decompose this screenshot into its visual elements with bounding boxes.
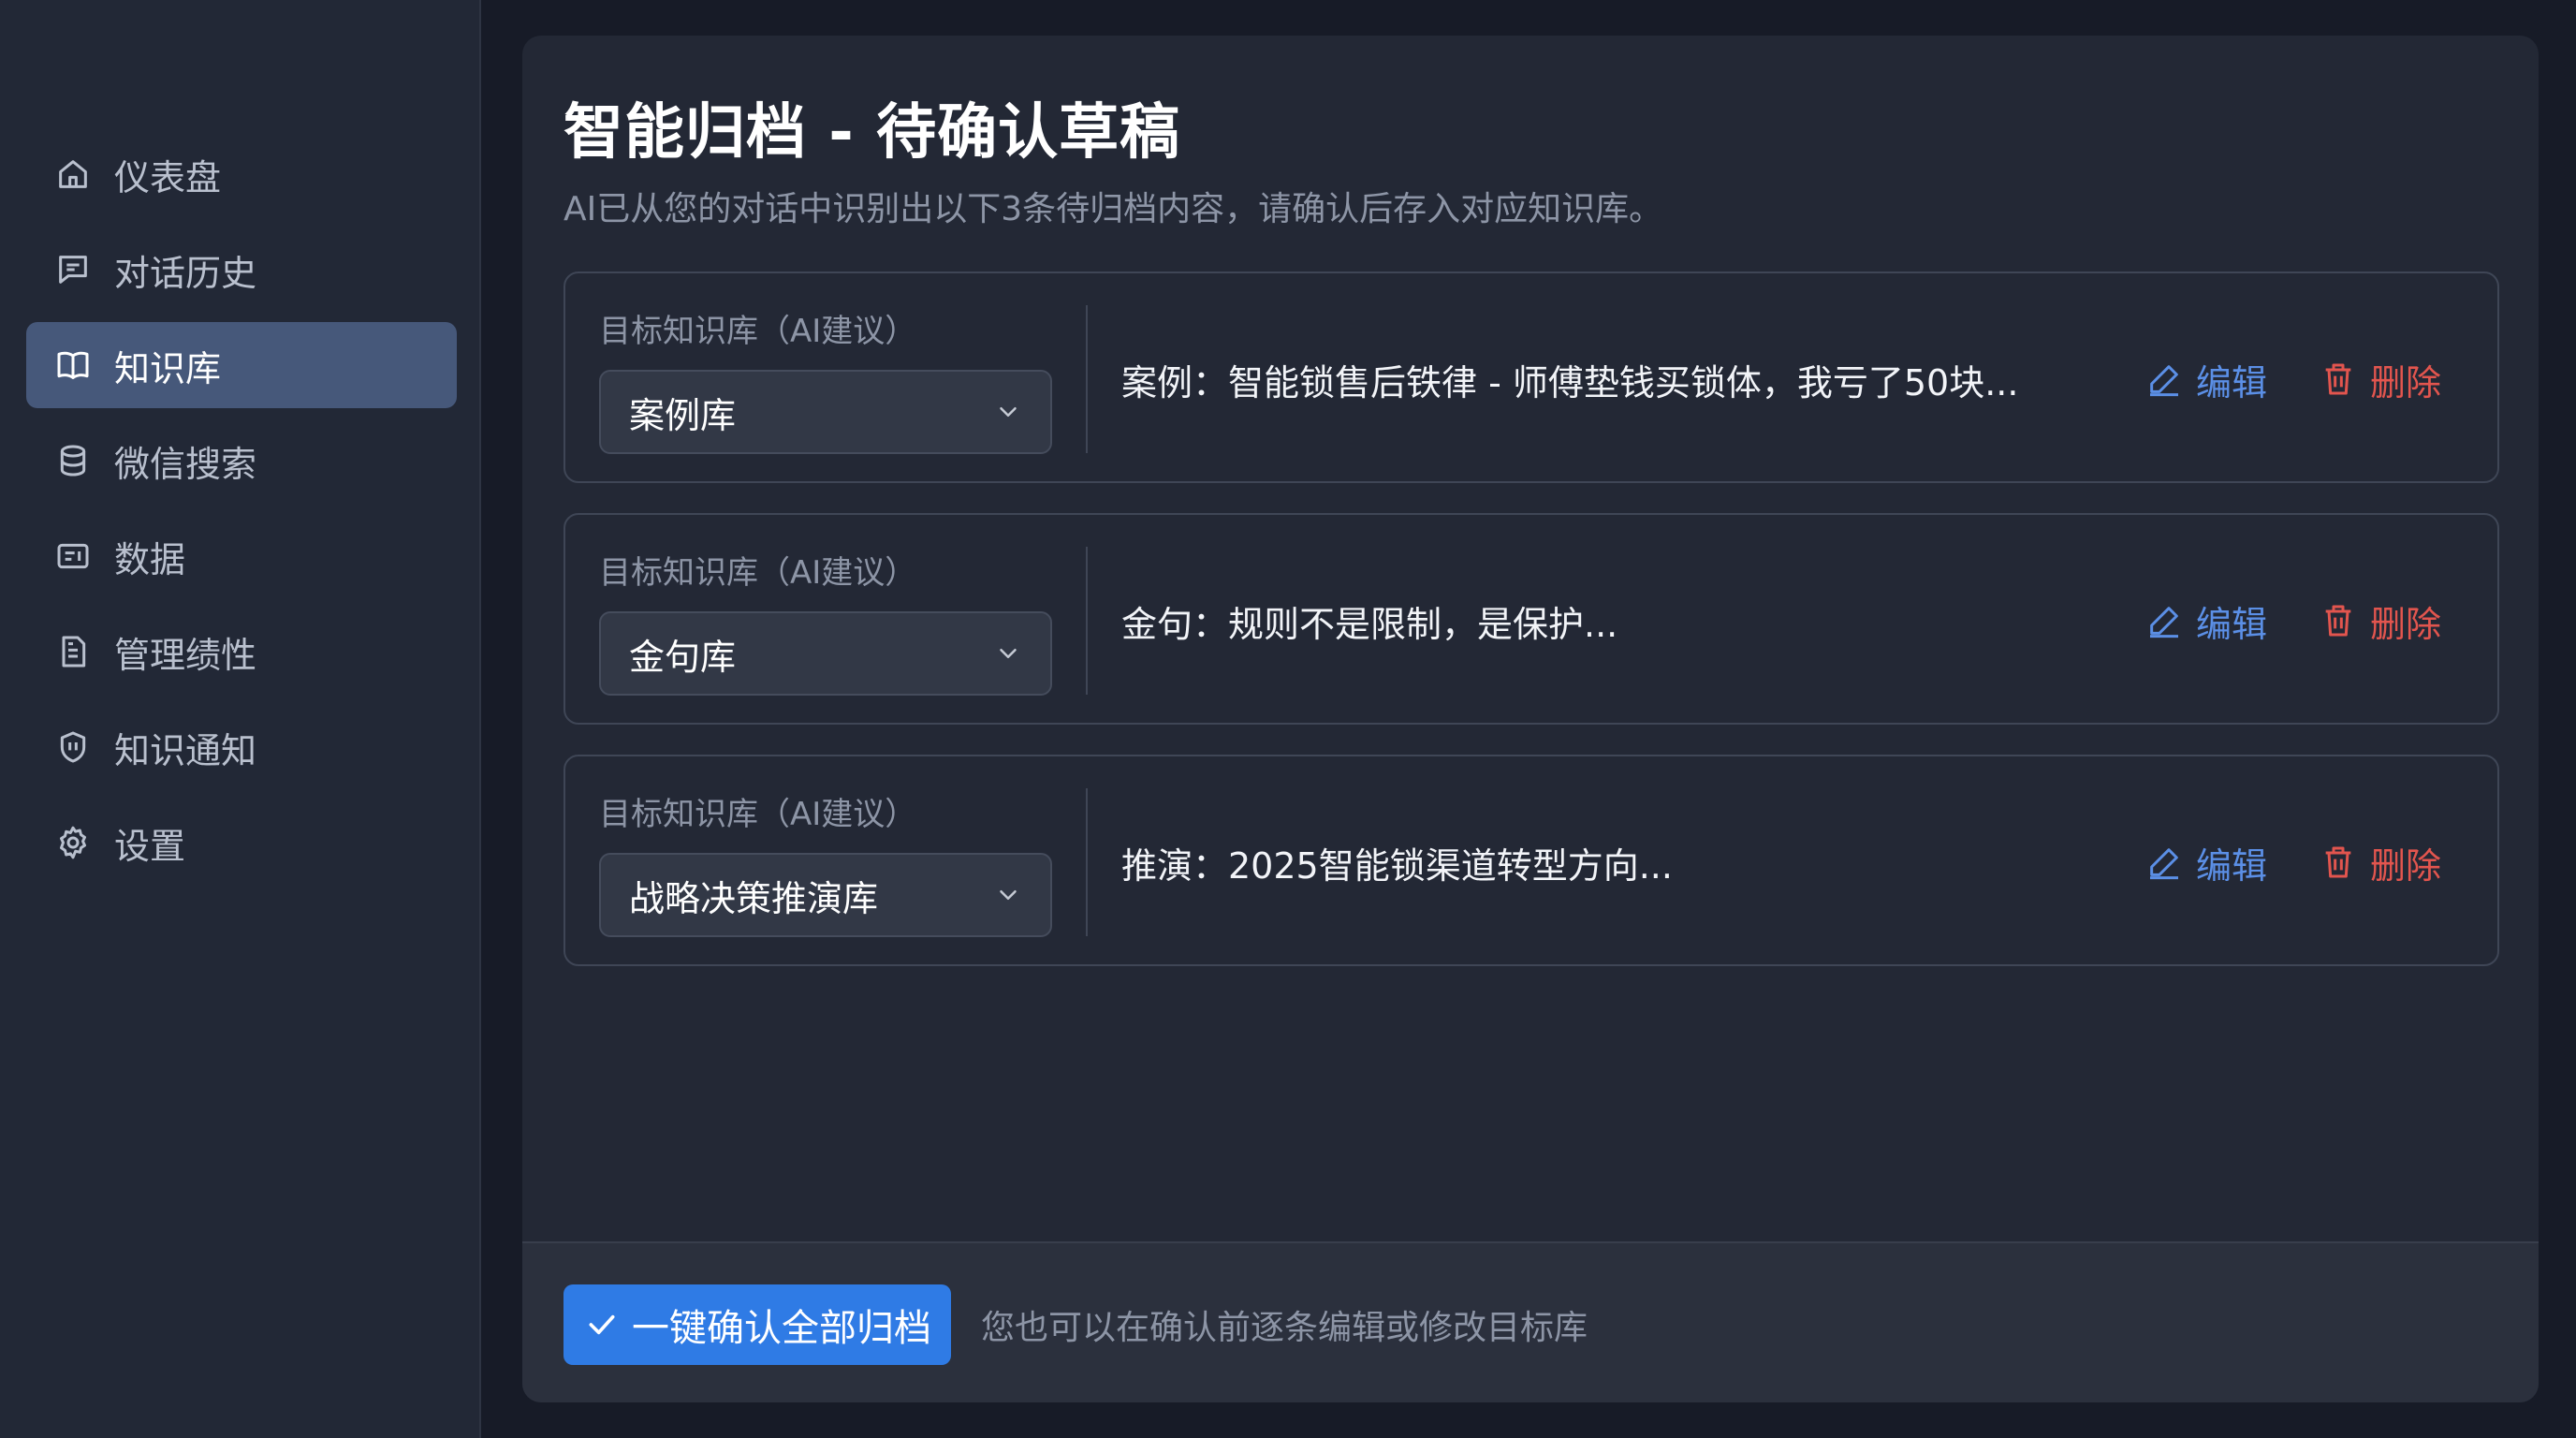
target-kb-select[interactable]: 战略决策推演库 bbox=[599, 853, 1052, 937]
sidebar-item-label: 知识通知 bbox=[114, 729, 257, 771]
draft-card: 目标知识库（AI建议） 金句库 金句：规则不是限制，是保护... 编辑 删除 bbox=[564, 513, 2499, 725]
chevron-down-icon bbox=[1000, 649, 1017, 658]
edit-label: 编辑 bbox=[2195, 603, 2267, 645]
draft-content: 案例：智能锁售后铁律 - 师傅垫钱买锁体，我亏了50块... bbox=[1121, 361, 2019, 404]
edit-label: 编辑 bbox=[2195, 361, 2267, 404]
select-value: 战略决策推演库 bbox=[629, 877, 879, 919]
target-kb-field: 目标知识库（AI建议） 金句库 bbox=[599, 547, 1052, 696]
field-label: 目标知识库（AI建议） bbox=[599, 554, 917, 592]
gear-icon bbox=[54, 824, 92, 861]
card-actions: 编辑 删除 bbox=[2145, 273, 2441, 485]
check-icon bbox=[589, 1314, 615, 1335]
draft-card: 目标知识库（AI建议） 案例库 案例：智能锁售后铁律 - 师傅垫钱买锁体，我亏了… bbox=[564, 271, 2499, 483]
card-actions: 编辑 删除 bbox=[2145, 515, 2441, 726]
edit-button[interactable]: 编辑 bbox=[2145, 837, 2267, 888]
pencil-icon bbox=[2149, 848, 2178, 880]
target-kb-select[interactable]: 案例库 bbox=[599, 370, 1052, 454]
draft-content: 推演：2025智能锁渠道转型方向... bbox=[1121, 844, 1673, 887]
trash-icon bbox=[2325, 846, 2351, 878]
select-value: 金句库 bbox=[629, 636, 737, 678]
app-root: 仪表盘 对话历史 知识库 微信搜索 数据 管理绩性 知识通知 设置 智能归档 -… bbox=[0, 0, 2576, 1438]
delete-button[interactable]: 删除 bbox=[2320, 595, 2441, 647]
target-kb-select[interactable]: 金句库 bbox=[599, 611, 1052, 696]
delete-button[interactable]: 删除 bbox=[2320, 837, 2441, 888]
target-kb-field: 目标知识库（AI建议） 战略决策推演库 bbox=[599, 788, 1052, 937]
sidebar-item-label: 管理绩性 bbox=[114, 634, 257, 676]
draft-card: 目标知识库（AI建议） 战略决策推演库 推演：2025智能锁渠道转型方向... … bbox=[564, 755, 2499, 966]
home-icon bbox=[54, 155, 92, 193]
sidebar-item-knowledge-base[interactable]: 知识库 bbox=[26, 322, 457, 408]
draft-content: 金句：规则不是限制，是保护... bbox=[1121, 603, 1618, 645]
edit-button[interactable]: 编辑 bbox=[2145, 595, 2267, 647]
card-divider bbox=[1086, 305, 1088, 453]
card-actions: 编辑 删除 bbox=[2145, 756, 2441, 968]
sidebar-item-dashboard[interactable]: 仪表盘 bbox=[26, 131, 457, 217]
sidebar-item-label: 知识库 bbox=[114, 347, 222, 389]
pencil-icon bbox=[2149, 607, 2178, 638]
delete-button[interactable]: 删除 bbox=[2320, 354, 2441, 405]
database-icon bbox=[54, 442, 92, 479]
confirm-all-label: 一键确认全部归档 bbox=[632, 1307, 931, 1350]
field-label: 目标知识库（AI建议） bbox=[599, 313, 917, 350]
confirm-all-button[interactable]: 一键确认全部归档 bbox=[564, 1284, 951, 1365]
edit-button[interactable]: 编辑 bbox=[2145, 354, 2267, 405]
sidebar-item-label: 设置 bbox=[114, 825, 186, 867]
sidebar-item-data[interactable]: 数据 bbox=[26, 513, 457, 599]
chevron-down-icon bbox=[1000, 890, 1017, 900]
sidebar-item-label: 数据 bbox=[114, 538, 186, 580]
sidebar-item-settings[interactable]: 设置 bbox=[26, 800, 457, 886]
page-title: 智能归档 - 待确认草稿 bbox=[564, 98, 1181, 168]
sidebar-item-label: 微信搜索 bbox=[114, 443, 257, 485]
select-value: 案例库 bbox=[629, 394, 737, 436]
chevron-down-icon bbox=[1000, 407, 1017, 417]
target-kb-field: 目标知识库（AI建议） 案例库 bbox=[599, 305, 1052, 454]
field-label: 目标知识库（AI建议） bbox=[599, 796, 917, 833]
page-subtitle: AI已从您的对话中识别出以下3条待归档内容，请确认后存入对应知识库。 bbox=[564, 190, 1663, 228]
screen-icon bbox=[54, 537, 92, 575]
sidebar-item-notifications[interactable]: 知识通知 bbox=[26, 704, 457, 790]
sidebar-item-chat-history[interactable]: 对话历史 bbox=[26, 227, 457, 313]
document-icon bbox=[54, 633, 92, 670]
sidebar-item-performance[interactable]: 管理绩性 bbox=[26, 609, 457, 695]
edit-label: 编辑 bbox=[2195, 844, 2267, 887]
trash-icon bbox=[2325, 363, 2351, 395]
sidebar: 仪表盘 对话历史 知识库 微信搜索 数据 管理绩性 知识通知 设置 bbox=[0, 0, 481, 1438]
delete-label: 删除 bbox=[2369, 361, 2441, 404]
sidebar-item-label: 对话历史 bbox=[114, 252, 257, 294]
book-icon bbox=[54, 346, 92, 384]
card-divider bbox=[1086, 788, 1088, 936]
archive-panel: 智能归档 - 待确认草稿 AI已从您的对话中识别出以下3条待归档内容，请确认后存… bbox=[522, 36, 2539, 1402]
pencil-icon bbox=[2149, 365, 2178, 397]
card-divider bbox=[1086, 547, 1088, 695]
chat-icon bbox=[54, 251, 92, 288]
trash-icon bbox=[2325, 605, 2351, 637]
panel-footer: 一键确认全部归档 您也可以在确认前逐条编辑或修改目标库 bbox=[522, 1241, 2539, 1402]
sidebar-nav: 仪表盘 对话历史 知识库 微信搜索 数据 管理绩性 知识通知 设置 bbox=[26, 131, 457, 895]
sidebar-item-wechat-search[interactable]: 微信搜索 bbox=[26, 418, 457, 504]
delete-label: 删除 bbox=[2369, 844, 2441, 887]
shield-icon bbox=[54, 728, 92, 766]
sidebar-item-label: 仪表盘 bbox=[114, 156, 222, 198]
delete-label: 删除 bbox=[2369, 603, 2441, 645]
footer-hint: 您也可以在确认前逐条编辑或修改目标库 bbox=[981, 1309, 1588, 1347]
